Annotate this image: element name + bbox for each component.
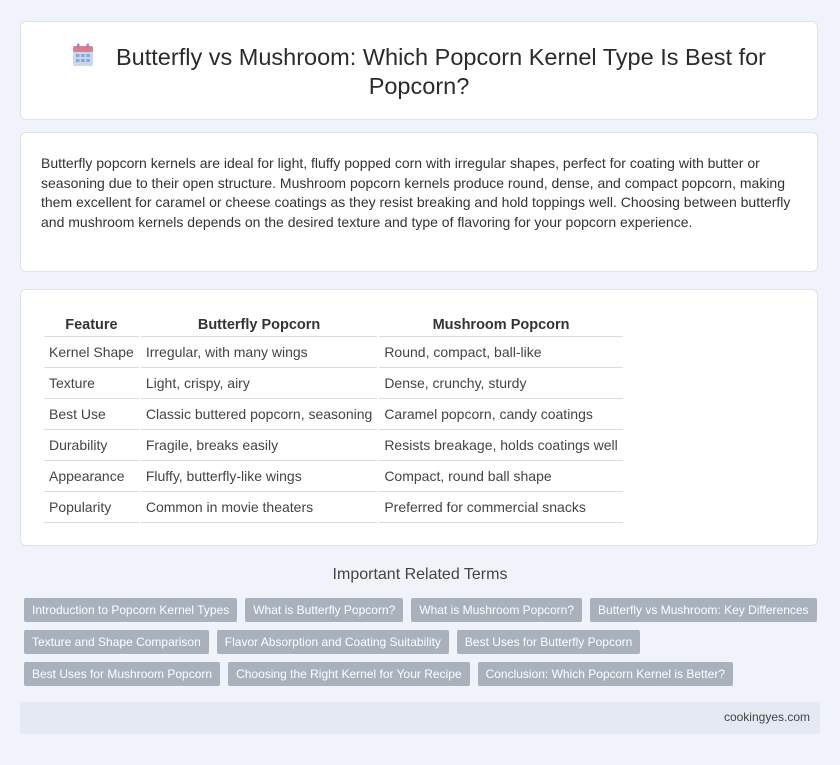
mushroom-cell: Resists breakage, holds coatings well [379, 430, 623, 461]
butterfly-cell: Fragile, breaks easily [140, 430, 378, 461]
mushroom-cell: Compact, round ball shape [379, 461, 623, 492]
table-row: Durability Fragile, breaks easily Resist… [44, 430, 623, 461]
tag-link[interactable]: Introduction to Popcorn Kernel Types [24, 598, 238, 622]
feature-cell: Kernel Shape [44, 337, 139, 368]
table-row: Texture Light, crispy, airy Dense, crunc… [44, 368, 623, 399]
footer-site-name[interactable]: cookingyes.com [724, 710, 810, 724]
butterfly-cell: Fluffy, butterfly-like wings [140, 461, 378, 492]
intro-card: Butterfly popcorn kernels are ideal for … [20, 132, 818, 272]
title-card: Butterfly vs Mushroom: Which Popcorn Ker… [20, 21, 818, 120]
butterfly-cell: Common in movie theaters [140, 492, 378, 523]
butterfly-cell: Classic buttered popcorn, seasoning [140, 399, 378, 430]
tag-row: Best Uses for Mushroom Popcorn Choosing … [24, 662, 734, 686]
intro-paragraph: Butterfly popcorn kernels are ideal for … [41, 155, 791, 230]
tag-link[interactable]: What is Mushroom Popcorn? [411, 598, 583, 622]
butterfly-cell: Light, crispy, airy [140, 368, 378, 399]
table-row: Appearance Fluffy, butterfly-like wings … [44, 461, 623, 492]
tag-link[interactable]: What is Butterfly Popcorn? [245, 598, 404, 622]
table-row: Popularity Common in movie theaters Pref… [44, 492, 623, 523]
header-feature: Feature [44, 314, 139, 337]
feature-cell: Texture [44, 368, 139, 399]
tag-link[interactable]: Texture and Shape Comparison [24, 630, 209, 654]
page-title-text: Butterfly vs Mushroom: Which Popcorn Ker… [116, 44, 766, 99]
mushroom-cell: Dense, crunchy, sturdy [379, 368, 623, 399]
header-butterfly: Butterfly Popcorn [140, 314, 378, 337]
feature-cell: Popularity [44, 492, 139, 523]
table-header-row: Feature Butterfly Popcorn Mushroom Popco… [44, 314, 623, 337]
mushroom-cell: Preferred for commercial snacks [379, 492, 623, 523]
page-title: Butterfly vs Mushroom: Which Popcorn Ker… [61, 43, 777, 101]
comparison-table: Feature Butterfly Popcorn Mushroom Popco… [42, 314, 625, 523]
mushroom-cell: Round, compact, ball-like [379, 337, 623, 368]
calendar-icon [72, 43, 94, 67]
tag-link[interactable]: Best Uses for Mushroom Popcorn [24, 662, 221, 686]
footer-bar: cookingyes.com [20, 702, 820, 734]
tag-link[interactable]: Butterfly vs Mushroom: Key Differences [590, 598, 817, 622]
feature-cell: Durability [44, 430, 139, 461]
tag-row: Texture and Shape Comparison Flavor Abso… [24, 630, 641, 654]
feature-cell: Best Use [44, 399, 139, 430]
comparison-card: Feature Butterfly Popcorn Mushroom Popco… [20, 289, 818, 546]
tag-row: Introduction to Popcorn Kernel Types Wha… [24, 598, 817, 622]
table-row: Best Use Classic buttered popcorn, seaso… [44, 399, 623, 430]
tag-link[interactable]: Conclusion: Which Popcorn Kernel is Bett… [477, 662, 734, 686]
tag-link[interactable]: Choosing the Right Kernel for Your Recip… [228, 662, 470, 686]
title-wrap: Butterfly vs Mushroom: Which Popcorn Ker… [21, 43, 817, 101]
header-mushroom: Mushroom Popcorn [379, 314, 623, 337]
feature-cell: Appearance [44, 461, 139, 492]
tag-link[interactable]: Flavor Absorption and Coating Suitabilit… [216, 630, 449, 654]
mushroom-cell: Caramel popcorn, candy coatings [379, 399, 623, 430]
related-terms-title: Important Related Terms [332, 566, 508, 583]
butterfly-cell: Irregular, with many wings [140, 337, 378, 368]
table-row: Kernel Shape Irregular, with many wings … [44, 337, 623, 368]
tag-link[interactable]: Best Uses for Butterfly Popcorn [456, 630, 641, 654]
